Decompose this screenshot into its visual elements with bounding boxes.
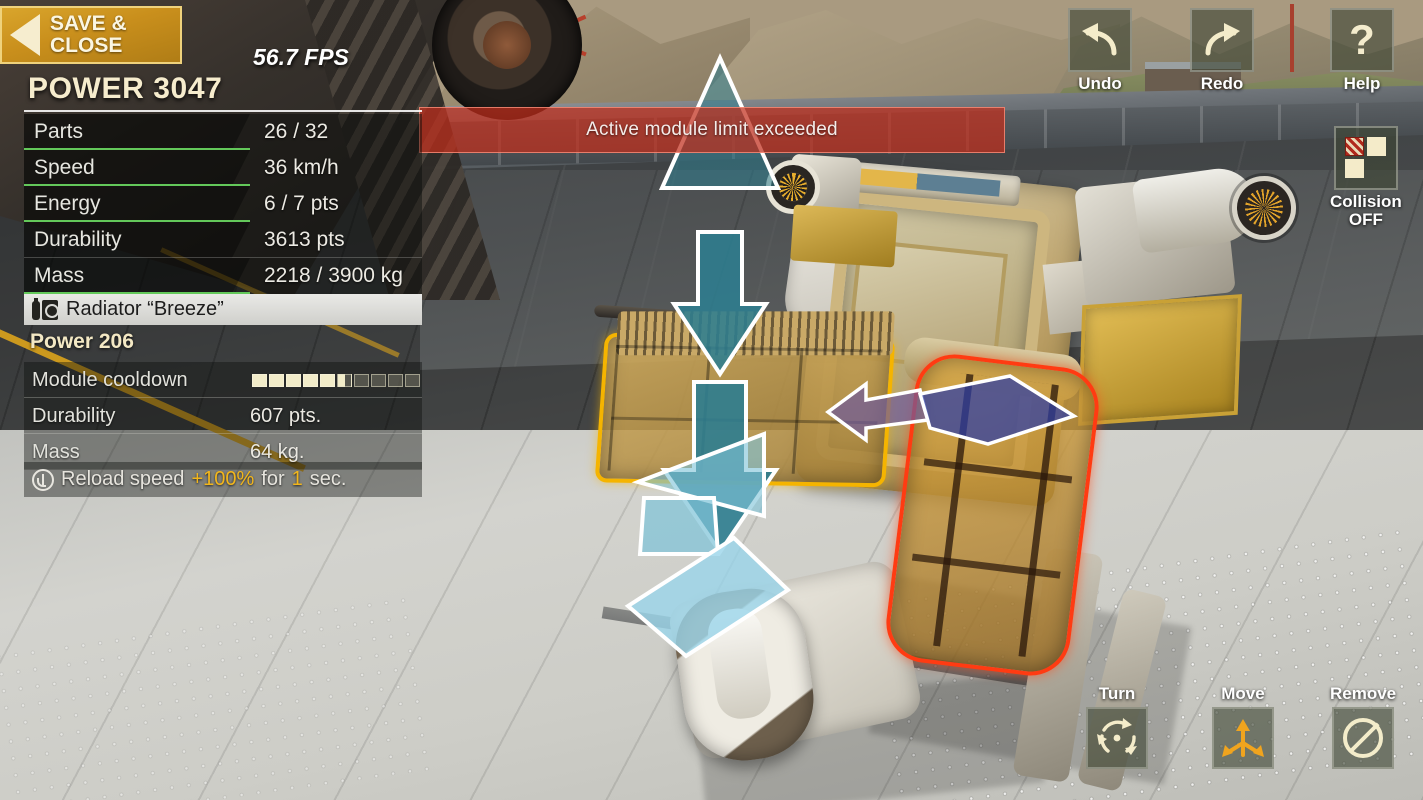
table-row: Durability 607 pts.: [24, 398, 422, 434]
stat-label: Durability: [24, 222, 250, 258]
move-axis-arrows-icon: [1222, 719, 1264, 757]
collision-toggle-button[interactable]: Collision OFF: [1330, 126, 1402, 229]
table-row: Energy 6 / 7 pts: [24, 186, 422, 222]
module-name: Radiator “Breeze”: [66, 298, 224, 320]
perk-middle: for: [261, 468, 285, 490]
module-perk-line: Reload speed +100% for 1 sec.: [24, 462, 422, 497]
collision-label: Collision OFF: [1330, 192, 1402, 229]
stat-value: 3613 pts: [264, 228, 345, 251]
redo-button[interactable]: Redo: [1190, 8, 1254, 93]
move-button-box[interactable]: [1212, 707, 1274, 769]
turn-label: Turn: [1098, 684, 1136, 703]
turn-button[interactable]: Turn: [1086, 684, 1148, 769]
table-row: Durability 3613 pts: [24, 222, 422, 258]
redo-arrow-icon: [1205, 23, 1240, 56]
table-row: Module cooldown: [24, 362, 422, 398]
save-and-close-button[interactable]: SAVE & CLOSE: [0, 6, 182, 64]
turn-button-box[interactable]: [1086, 707, 1148, 769]
stat-value: 26 / 32: [264, 120, 329, 143]
question-mark-icon: ?: [1349, 16, 1375, 63]
undo-button-box[interactable]: [1068, 8, 1132, 72]
warning-text: Active module limit exceeded: [586, 119, 838, 140]
perk-suffix: sec.: [309, 468, 347, 490]
vehicle-ammo-crate[interactable]: [790, 204, 898, 268]
table-row: Parts 26 / 32: [24, 114, 422, 150]
perk-prefix: Reload speed: [61, 468, 185, 490]
rotate-arrows-icon: [1097, 718, 1137, 755]
module-power: Power 206: [30, 330, 134, 353]
table-row: Mass 2218 / 3900 kg: [24, 258, 422, 294]
game-screen: Active module limit exceeded SAVE & CLOS…: [0, 0, 1423, 800]
panel-divider: [24, 110, 422, 112]
redo-label: Redo: [1200, 74, 1244, 93]
warning-banner: Active module limit exceeded: [419, 107, 1005, 153]
module-cooldown-gauge: [250, 373, 422, 387]
perk-duration: 1: [291, 468, 303, 490]
stat-label: Parts: [24, 114, 250, 150]
module-stat-value: 607 pts.: [250, 404, 322, 427]
undo-button[interactable]: Undo: [1068, 8, 1132, 93]
remove-label: Remove: [1330, 684, 1397, 703]
help-button-box[interactable]: ?: [1330, 8, 1394, 72]
module-stat-value: 64 kg.: [250, 440, 305, 463]
module-stat-label: Mass: [32, 440, 80, 463]
move-gizmo-handle-b[interactable]: [914, 372, 1079, 452]
redo-button-box[interactable]: [1190, 8, 1254, 72]
reload-gauge-icon: [32, 468, 54, 491]
collision-button-box[interactable]: [1333, 126, 1398, 190]
move-button[interactable]: Move: [1212, 684, 1274, 769]
perk-bonus: +100%: [191, 468, 255, 490]
collision-blocks-icon: [1344, 137, 1387, 179]
remove-button-box[interactable]: [1332, 707, 1395, 769]
undo-label: Undo: [1078, 74, 1122, 93]
stat-value: 6 / 7 pts: [264, 192, 339, 215]
stat-label: Energy: [24, 186, 250, 222]
save-and-close-label: SAVE & CLOSE: [50, 12, 127, 57]
stat-label: Mass: [24, 258, 250, 294]
stat-value: 2218 / 3900 kg: [264, 264, 403, 287]
red-mast: [1290, 4, 1294, 72]
stat-value: 36 km/h: [264, 156, 339, 179]
table-row: Speed 36 km/h: [24, 150, 422, 186]
fps-counter: 56.7 FPS: [253, 44, 349, 70]
help-label: Help: [1343, 74, 1381, 93]
prohibition-icon: [1343, 718, 1384, 758]
power-title: POWER 3047: [28, 72, 223, 105]
remove-button[interactable]: Remove: [1330, 684, 1396, 769]
cooldown-segments: [252, 373, 422, 387]
stats-table: Parts 26 / 32 Speed 36 km/h Energy 6 / 7…: [24, 114, 422, 294]
vehicle-side-crate[interactable]: [1078, 294, 1242, 426]
stat-label: Speed: [24, 150, 250, 186]
module-stat-label: Durability: [32, 404, 116, 427]
module-header: Radiator “Breeze”: [24, 294, 422, 325]
move-gizmo-left-axis[interactable]: [622, 420, 922, 670]
radiator-icon: [32, 297, 59, 321]
undo-arrow-icon: [1082, 23, 1117, 56]
move-label: Move: [1221, 684, 1265, 703]
back-triangle-icon: [10, 14, 40, 56]
help-button[interactable]: ? Help: [1330, 8, 1394, 93]
module-stats-table: Module cooldown Durability 607 pts. Mass…: [24, 362, 422, 470]
module-stat-label: Module cooldown: [32, 368, 188, 391]
